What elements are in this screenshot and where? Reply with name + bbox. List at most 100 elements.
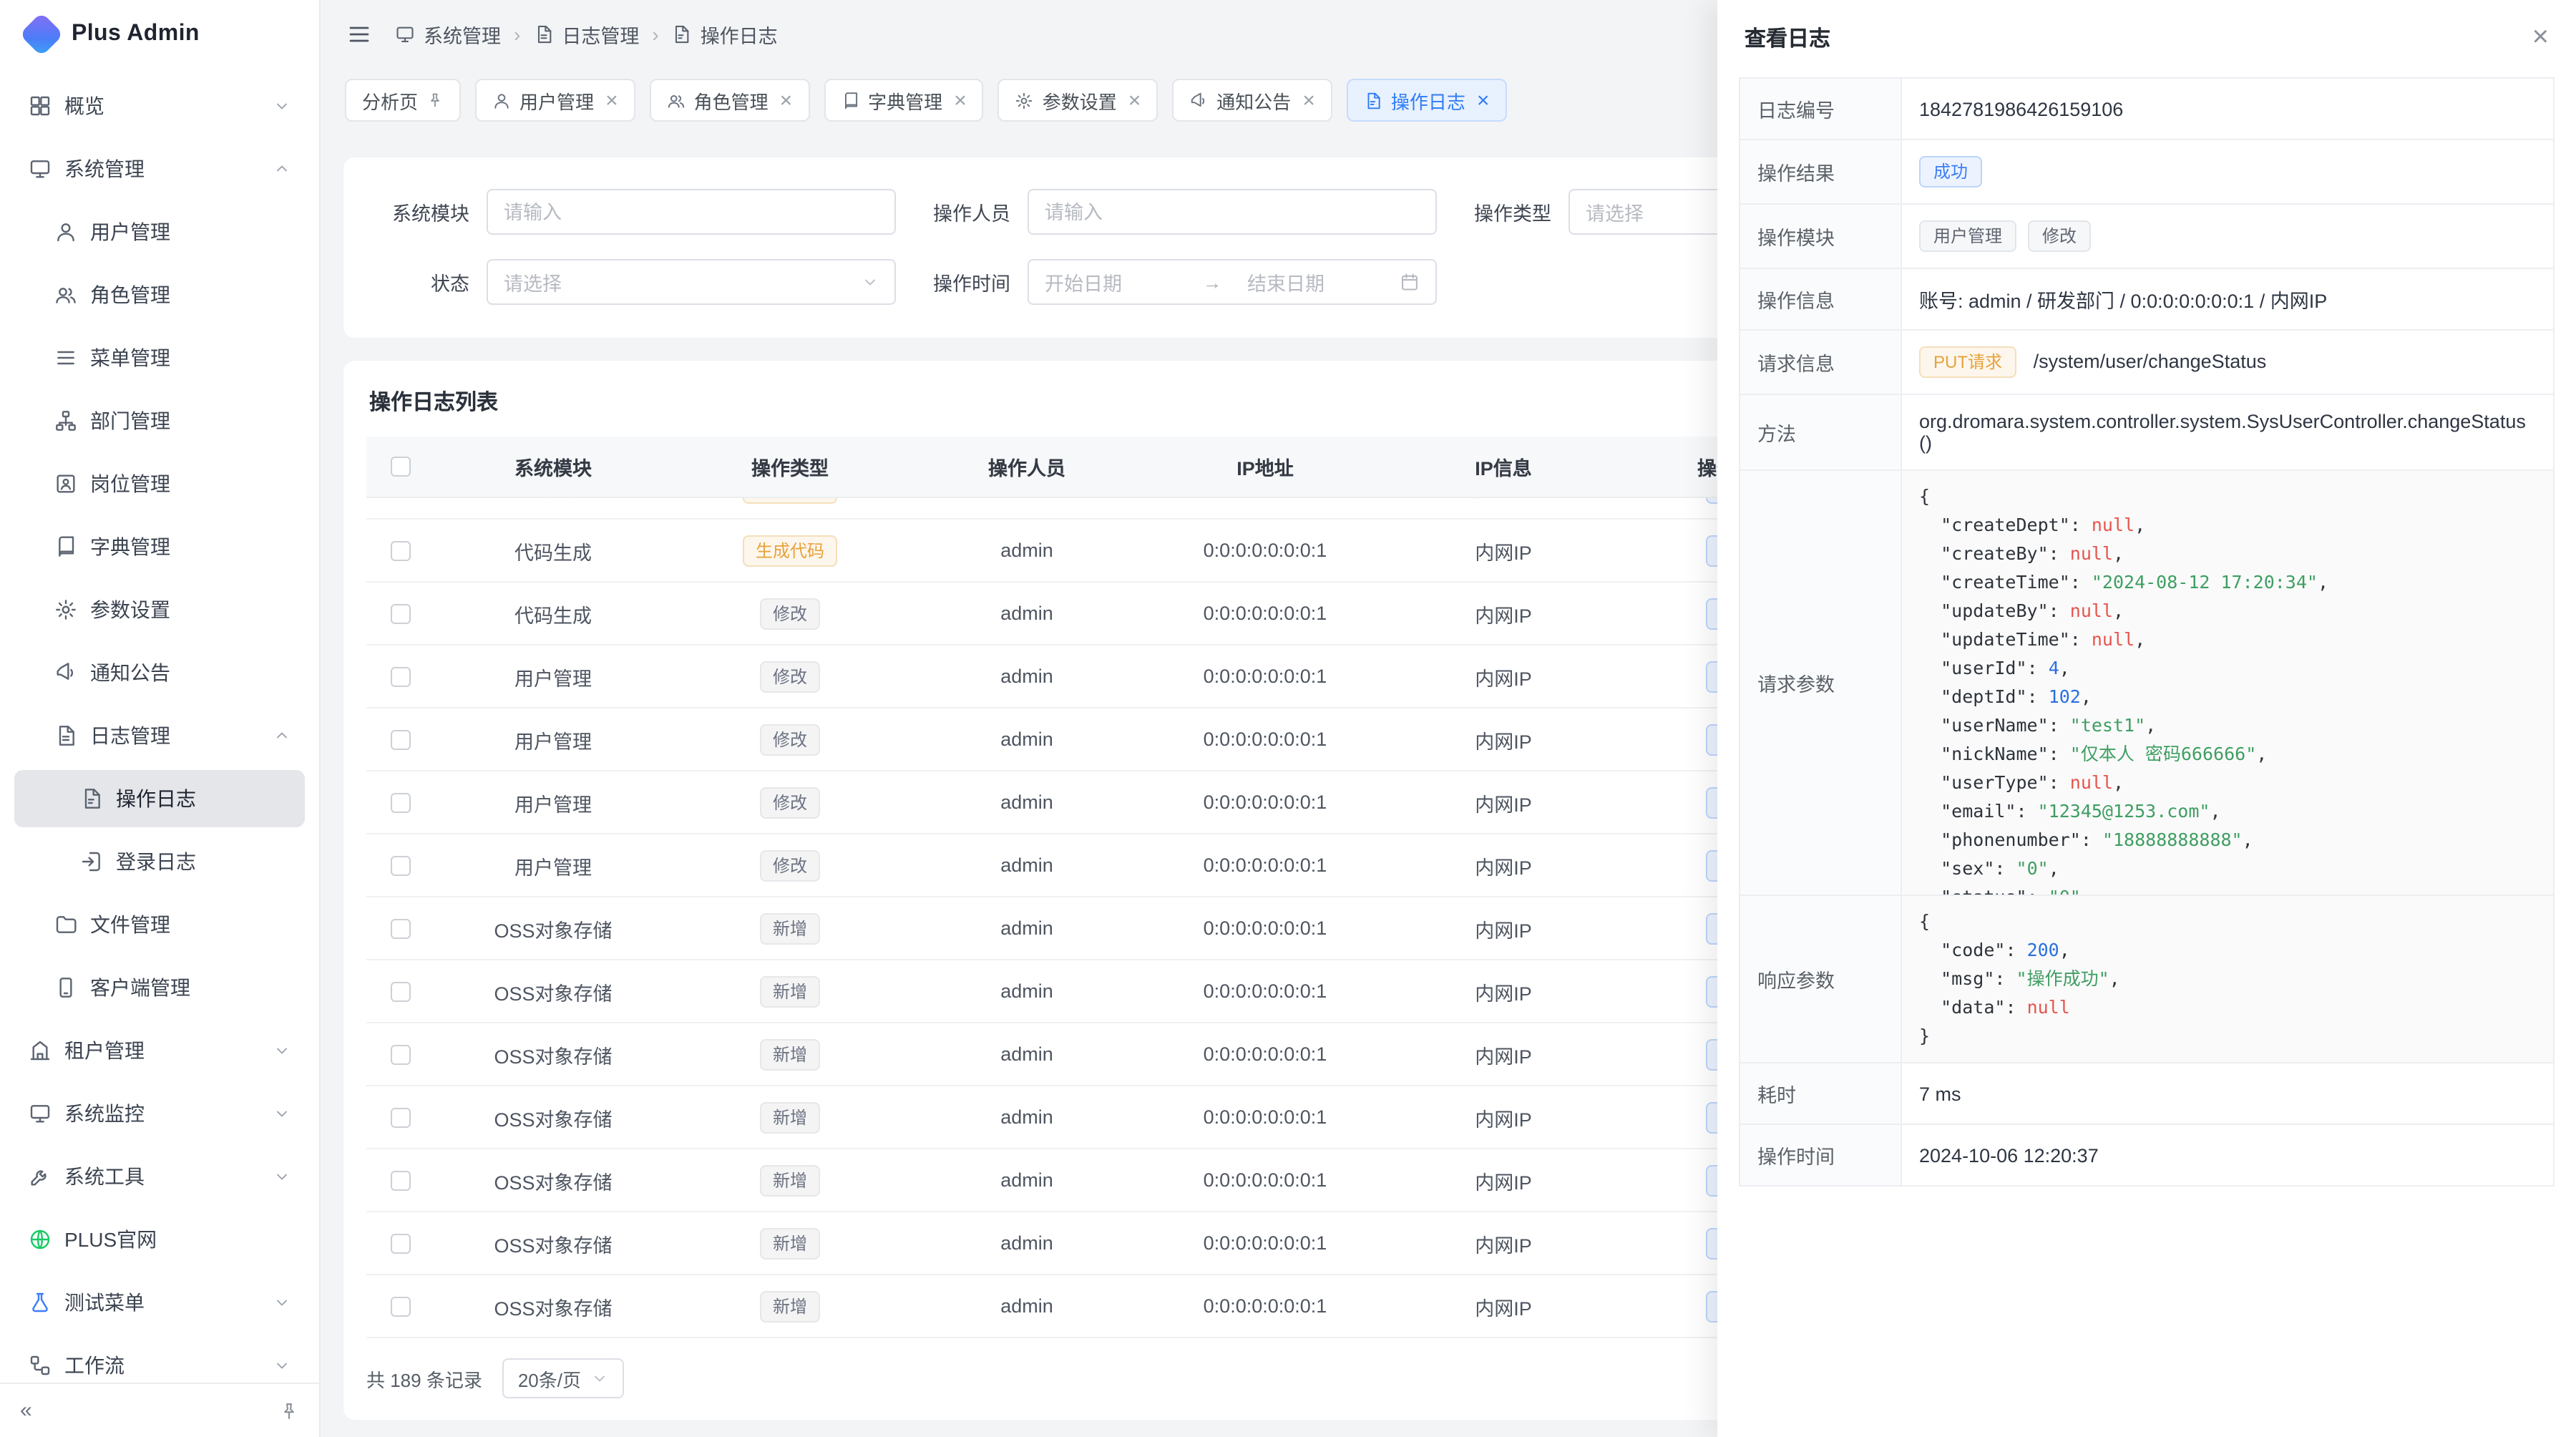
sidebar-item-9[interactable]: 通知公告 [14,644,305,701]
tab-close-icon[interactable]: × [1128,89,1141,111]
cell-ip-location: 内网IP [1385,1212,1621,1274]
row-checkbox[interactable] [391,1233,411,1253]
breadcrumb-item-0[interactable]: 系统管理 [395,20,501,49]
cell-operator: admin [909,708,1145,770]
tab-6[interactable]: 操作日志 × [1347,79,1507,122]
app-logo[interactable]: Plus Admin [0,0,319,69]
sidebar-item-0[interactable]: 概览 [14,77,305,135]
row-checkbox[interactable] [391,540,411,560]
sidebar-item-10[interactable]: 日志管理 [14,707,305,764]
page-size-select[interactable]: 20条/页 [502,1358,624,1398]
tab-close-icon[interactable]: × [605,89,618,111]
role-icon [54,283,77,306]
chevron-down-icon [273,1294,291,1311]
sidebar-item-1[interactable]: 系统管理 [14,140,305,198]
sidebar-item-6[interactable]: 岗位管理 [14,455,305,512]
row-checkbox[interactable] [391,981,411,1001]
tab-3[interactable]: 字典管理× [824,79,984,122]
module-input[interactable] [487,189,896,235]
tab-close-icon[interactable]: × [780,89,793,111]
cell-module: OSS对象存储 [435,1023,671,1085]
tab-2[interactable]: 角色管理× [650,79,810,122]
tab-close-icon[interactable]: × [1302,89,1315,111]
sidebar-item-14[interactable]: 客户端管理 [14,959,305,1016]
cell-operator: admin [909,1275,1145,1337]
select-all-checkbox[interactable] [391,457,411,477]
row-checkbox[interactable] [391,1296,411,1316]
op-type-badge: 新增 [760,1227,820,1259]
row-checkbox[interactable] [391,1044,411,1064]
close-icon[interactable]: × [2532,23,2549,52]
row-checkbox[interactable] [391,603,411,623]
row-checkbox[interactable] [391,792,411,812]
collapse-sidebar-button[interactable]: « [20,1398,32,1423]
cell-ip-location: 内网IP [1385,960,1621,1022]
status-select[interactable]: 请选择 [487,259,896,305]
op-type-badge: 新增 [760,975,820,1007]
sidebar-item-label: 工作流 [64,1351,260,1380]
cell-ip-location: 内网IP [1385,498,1621,518]
date-range-picker[interactable]: 开始日期 → 结束日期 [1028,259,1437,305]
sidebar-item-12[interactable]: 登录日志 [14,833,305,890]
tab-close-icon[interactable]: × [1477,89,1490,111]
workflow-icon [29,1354,52,1377]
op-type-badge: 新增 [760,1038,820,1070]
cell-operator: admin [909,1023,1145,1085]
breadcrumb-item-1[interactable]: 日志管理 [533,20,639,49]
sidebar-item-7[interactable]: 字典管理 [14,518,305,575]
op-type-badge: 修改 [760,598,820,629]
breadcrumb-separator: › [514,23,520,46]
row-checkbox[interactable] [391,666,411,686]
sidebar-item-label: 角色管理 [90,281,291,309]
cell-ip-address: 0:0:0:0:0:0:0:1 [1145,1023,1385,1085]
sidebar-item-4[interactable]: 菜单管理 [14,329,305,386]
operlog-icon [1364,91,1382,109]
cell-operator: admin [909,897,1145,959]
sidebar-item-16[interactable]: 系统监控 [14,1085,305,1142]
sidebar-item-5[interactable]: 部门管理 [14,392,305,449]
sidebar-item-11[interactable]: 操作日志 [14,770,305,827]
calendar-icon [1400,272,1420,292]
row-checkbox[interactable] [391,1107,411,1127]
field-label: 请求信息 [1740,330,1901,394]
cell-ip-address: 0:0:0:0:0:0:0:1 [1145,1086,1385,1148]
operlog-icon [80,787,103,810]
chevron-down-icon [273,97,291,115]
breadcrumb-item-2[interactable]: 操作日志 [672,20,778,49]
sidebar-item-3[interactable]: 角色管理 [14,266,305,323]
request-params-code[interactable]: { "createDept": null, "createBy": null, … [1902,471,2553,895]
cell-ip-location: 内网IP [1385,1275,1621,1337]
row-checkbox[interactable] [391,918,411,938]
tab-4[interactable]: 参数设置× [998,79,1158,122]
sidebar-item-20[interactable]: 工作流 [14,1337,305,1383]
sidebar-item-18[interactable]: PLUS官网 [14,1211,305,1268]
hamburger-menu-icon[interactable] [346,21,372,47]
operation-time-value: 2024-10-06 12:20:37 [1901,1124,2554,1186]
user-icon [54,220,77,243]
tab-label: 操作日志 [1391,87,1465,114]
sidebar-item-2[interactable]: 用户管理 [14,203,305,260]
row-checkbox[interactable] [391,855,411,875]
view-log-drawer: 查看日志 × 日志编号 1842781986426159106 操作结果 成功 … [1717,0,2576,1437]
sidebar-item-19[interactable]: 测试菜单 [14,1274,305,1331]
row-checkbox[interactable] [391,729,411,749]
chevron-down-icon [273,1105,291,1122]
tab-5[interactable]: 通知公告× [1172,79,1332,122]
sidebar-item-label: 通知公告 [90,658,291,687]
row-checkbox[interactable] [391,1170,411,1190]
pin-icon[interactable] [426,92,444,109]
operator-input[interactable] [1028,189,1437,235]
sidebar-item-8[interactable]: 参数设置 [14,581,305,638]
op-type-badge: 修改 [760,849,820,881]
sidebar-item-label: 字典管理 [90,532,291,561]
pin-sidebar-icon[interactable] [279,1401,299,1421]
filter-label-op-type: 操作类型 [1448,198,1551,226]
tab-close-icon[interactable]: × [954,89,967,111]
tab-0[interactable]: 分析页 [345,79,461,122]
sidebar-item-17[interactable]: 系统工具 [14,1148,305,1205]
tab-1[interactable]: 用户管理× [475,79,635,122]
cell-ip-address: 0:0:0:0:0:0:0:1 [1145,1149,1385,1211]
sidebar-item-13[interactable]: 文件管理 [14,896,305,953]
sidebar-item-15[interactable]: 租户管理 [14,1022,305,1079]
chevron-down-icon [273,1042,291,1059]
